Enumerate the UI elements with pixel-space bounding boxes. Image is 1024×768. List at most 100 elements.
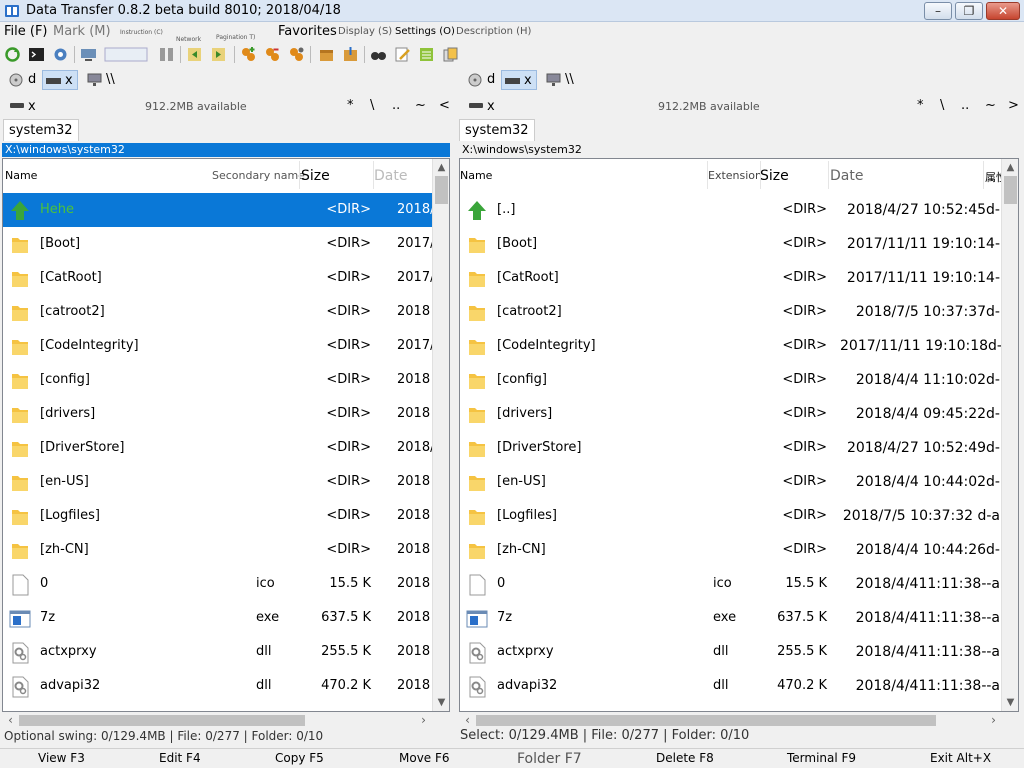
folder-row[interactable]: [drivers] <DIR> 2018/4/4 09:45:22d- bbox=[460, 397, 1018, 431]
col-divider[interactable] bbox=[299, 161, 300, 189]
folder-row[interactable]: [Boot] <DIR> 2017/11/11 19:10:14- bbox=[460, 227, 1018, 261]
terminal-button[interactable]: Terminal F9 bbox=[787, 751, 856, 765]
edit-icon[interactable] bbox=[394, 46, 411, 63]
plugin-add-icon[interactable] bbox=[240, 46, 257, 63]
left-drive-x[interactable]: x bbox=[42, 70, 78, 90]
refresh-icon[interactable] bbox=[4, 46, 21, 63]
unpack-icon[interactable] bbox=[342, 46, 359, 63]
col-extension-header[interactable]: Extension bbox=[708, 169, 762, 182]
file-row[interactable]: 0 ico 15.5 K 2018/4/411:11:38--a bbox=[460, 567, 1018, 601]
menu-display[interactable]: Display (S) bbox=[338, 26, 392, 37]
scroll-left-icon[interactable]: ‹ bbox=[459, 712, 476, 729]
parent-dir-row[interactable]: Hehe <DIR> 2018/ bbox=[3, 193, 449, 227]
terminal-icon[interactable] bbox=[28, 46, 45, 63]
col-size-header[interactable]: Size bbox=[301, 168, 330, 184]
col-date-header[interactable]: Date bbox=[374, 168, 407, 184]
maximize-button[interactable]: ❐ bbox=[955, 2, 983, 20]
menu-settings[interactable]: Settings (O) bbox=[395, 26, 455, 37]
right-vertical-scrollbar[interactable]: ▲ ▼ bbox=[1001, 159, 1018, 711]
scroll-thumb[interactable] bbox=[476, 715, 936, 726]
right-drive-x[interactable]: x bbox=[501, 70, 537, 90]
folder-row[interactable]: [zh-CN] <DIR> 2018/4/4 10:44:26d- bbox=[460, 533, 1018, 567]
plugin-remove-icon[interactable] bbox=[264, 46, 281, 63]
scroll-left-icon[interactable]: ‹ bbox=[2, 712, 19, 729]
move-button[interactable]: Move F6 bbox=[399, 751, 450, 765]
right-current-path[interactable]: X:\windows\system32 bbox=[459, 143, 1019, 157]
folder-row[interactable]: [config] <DIR> 2018/4/4 11:10:02d- bbox=[460, 363, 1018, 397]
nav-back[interactable]: < bbox=[439, 98, 450, 113]
copy-names-icon[interactable] bbox=[442, 46, 459, 63]
file-row[interactable]: 0 ico 15.5 K 2018 bbox=[3, 567, 449, 601]
scroll-up-icon[interactable]: ▲ bbox=[433, 159, 449, 176]
col-divider[interactable] bbox=[983, 161, 984, 189]
nav-root[interactable]: \ bbox=[370, 98, 374, 113]
col-size-header[interactable]: Size bbox=[760, 168, 789, 184]
new-folder-button[interactable]: Folder F7 bbox=[517, 751, 582, 767]
nav-home[interactable]: ~ bbox=[985, 98, 996, 113]
scroll-right-icon[interactable]: › bbox=[415, 712, 432, 729]
file-row[interactable]: advapi32 dll 470.2 K 2018 bbox=[3, 669, 449, 703]
left-horizontal-scrollbar[interactable]: ‹ › bbox=[2, 712, 432, 729]
nav-favorites[interactable]: * bbox=[917, 98, 924, 113]
col-name-header[interactable]: Name bbox=[5, 169, 37, 182]
right-tab-system32[interactable]: system32 bbox=[459, 119, 535, 141]
folder-row[interactable]: [zh-CN] <DIR> 2018 bbox=[3, 533, 449, 567]
forward-icon[interactable] bbox=[210, 46, 227, 63]
exit-button[interactable]: Exit Alt+X bbox=[930, 751, 991, 765]
plugin-settings-icon[interactable] bbox=[288, 46, 305, 63]
pack-icon[interactable] bbox=[318, 46, 335, 63]
left-current-path[interactable]: X:\windows\system32 bbox=[2, 143, 450, 157]
folder-row[interactable]: [DriverStore] <DIR> 2018/ bbox=[3, 431, 449, 465]
file-row[interactable]: 7z exe 637.5 K 2018/4/411:11:38--a bbox=[460, 601, 1018, 635]
file-row[interactable]: advapi32 dll 470.2 K 2018/4/411:11:38--a bbox=[460, 669, 1018, 703]
folder-row[interactable]: [CodeIntegrity] <DIR> 2017/11/11 19:10:18d… bbox=[460, 329, 1018, 363]
folder-row[interactable]: [config] <DIR> 2018 bbox=[3, 363, 449, 397]
menu-mark[interactable]: Mark (M) bbox=[53, 24, 111, 39]
scroll-down-icon[interactable]: ▼ bbox=[1002, 694, 1018, 711]
computer-icon[interactable] bbox=[80, 46, 97, 63]
config-icon[interactable] bbox=[104, 46, 148, 63]
edit-button[interactable]: Edit F4 bbox=[159, 751, 201, 765]
parent-dir-row[interactable]: [..] <DIR> 2018/4/27 10:52:45d- bbox=[460, 193, 1018, 227]
scroll-thumb[interactable] bbox=[1004, 176, 1017, 204]
col-date-header[interactable]: Date bbox=[830, 168, 863, 184]
file-row[interactable]: actxprxy dll 255.5 K 2018 bbox=[3, 635, 449, 669]
scroll-down-icon[interactable]: ▼ bbox=[433, 694, 449, 711]
nav-home[interactable]: ~ bbox=[415, 98, 426, 113]
minimize-button[interactable]: – bbox=[924, 2, 952, 20]
menu-description[interactable]: Description (H) bbox=[456, 26, 531, 37]
right-drive-network[interactable]: \\ bbox=[543, 70, 579, 90]
folder-row[interactable]: [catroot2] <DIR> 2018 bbox=[3, 295, 449, 329]
folder-row[interactable]: [en-US] <DIR> 2018/4/4 10:44:02d- bbox=[460, 465, 1018, 499]
back-icon[interactable] bbox=[186, 46, 203, 63]
folder-row[interactable]: [CodeIntegrity] <DIR> 2017/1 bbox=[3, 329, 449, 363]
delete-button[interactable]: Delete F8 bbox=[656, 751, 714, 765]
col-divider[interactable] bbox=[828, 161, 829, 189]
close-button[interactable]: ✕ bbox=[986, 2, 1020, 20]
folder-row[interactable]: [Boot] <DIR> 2017/1 bbox=[3, 227, 449, 261]
col-name-header[interactable]: Name bbox=[460, 169, 492, 182]
gear-icon[interactable] bbox=[52, 46, 69, 63]
folder-row[interactable]: [Logfiles] <DIR> 2018 bbox=[3, 499, 449, 533]
nav-forward[interactable]: > bbox=[1008, 98, 1019, 113]
folder-row[interactable]: [DriverStore] <DIR> 2018/4/27 10:52:49d- bbox=[460, 431, 1018, 465]
right-drive-d[interactable]: d bbox=[465, 70, 501, 90]
left-file-list[interactable]: Name Secondary name Size Date Hehe <DIR> 2… bbox=[2, 158, 450, 712]
col-secondary-header[interactable]: Secondary name bbox=[212, 169, 305, 182]
folder-row[interactable]: [en-US] <DIR> 2018 bbox=[3, 465, 449, 499]
folder-row[interactable]: [drivers] <DIR> 2018 bbox=[3, 397, 449, 431]
file-row[interactable]: actxprxy dll 255.5 K 2018/4/411:11:38--a bbox=[460, 635, 1018, 669]
right-file-list[interactable]: Name Extension Size Date 属性 [..] <DIR> 201… bbox=[459, 158, 1019, 712]
copy-button[interactable]: Copy F5 bbox=[275, 751, 324, 765]
view-button[interactable]: View F3 bbox=[38, 751, 85, 765]
find-icon[interactable] bbox=[370, 46, 387, 63]
menu-favorites[interactable]: Favorites bbox=[278, 24, 337, 39]
menu-pagination[interactable]: Pagination T) bbox=[216, 34, 255, 41]
file-row[interactable]: 7z exe 637.5 K 2018 bbox=[3, 601, 449, 635]
menu-file[interactable]: File (F) bbox=[4, 24, 48, 39]
menu-instruction[interactable]: Instruction (C) bbox=[120, 29, 163, 36]
nav-up[interactable]: .. bbox=[392, 98, 400, 113]
right-horizontal-scrollbar[interactable]: ‹ › bbox=[459, 712, 1002, 729]
notes-icon[interactable] bbox=[418, 46, 435, 63]
scroll-thumb[interactable] bbox=[19, 715, 305, 726]
